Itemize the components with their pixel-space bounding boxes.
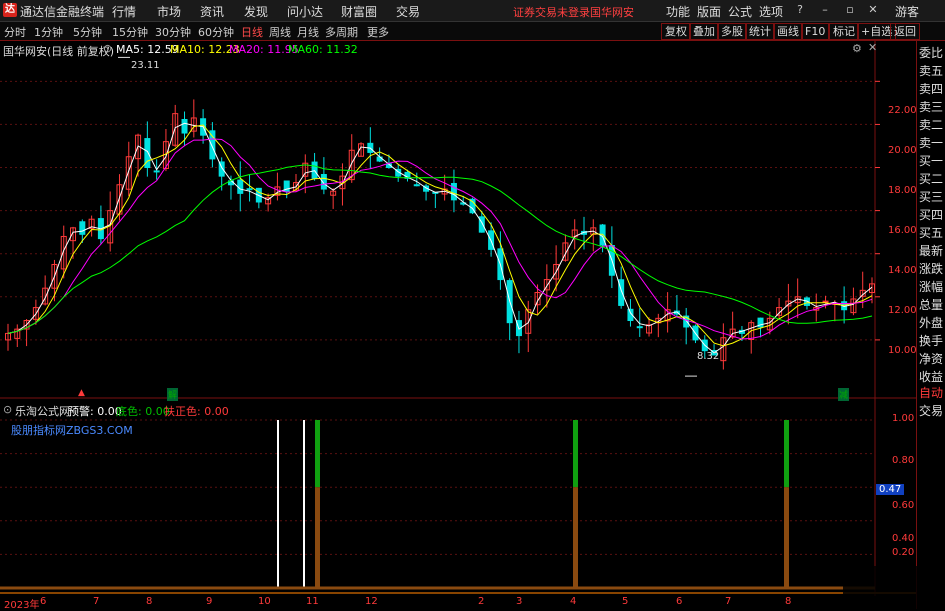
side-sell4[interactable]: 卖四 xyxy=(919,81,945,97)
ytick-main: 22.00 xyxy=(888,105,917,116)
ma60-line xyxy=(7,164,873,334)
candle-body xyxy=(209,130,216,160)
candle-body xyxy=(822,300,829,303)
xtick: 7 xyxy=(725,596,732,607)
xtick: 9 xyxy=(206,596,213,607)
ytick-main: 14.00 xyxy=(888,265,917,276)
candle-body xyxy=(413,184,420,187)
side-sell3[interactable]: 卖三 xyxy=(919,99,945,115)
candle-body xyxy=(153,170,160,173)
side-buy1[interactable]: 买一 xyxy=(919,153,945,169)
low-price-label: 8.32 xyxy=(697,351,720,362)
settings-icon[interactable]: ⚙ xyxy=(852,42,862,55)
signal-brown-bar xyxy=(573,487,578,588)
signal-brown-bar xyxy=(315,487,320,588)
side-buy3[interactable]: 买三 xyxy=(919,189,945,205)
side-sell2[interactable]: 卖二 xyxy=(919,117,945,133)
ytick-sub: 0.20 xyxy=(892,547,915,558)
unlock-marker[interactable]: 解 xyxy=(167,388,179,401)
close-chart-icon[interactable]: ✕ xyxy=(868,41,877,54)
xtick: 6 xyxy=(676,596,683,607)
quote-side-panel: 委比 卖五 卖四 卖三 卖二 卖一 买一 买二 买三 买四 买五 最新 涨跌 涨… xyxy=(916,41,945,609)
candle-body xyxy=(636,326,643,329)
support-color-value: 扶正色: 0.00 xyxy=(164,405,229,418)
side-turnover[interactable]: 换手 xyxy=(919,333,945,349)
high-price-label: 23.11 xyxy=(131,60,160,71)
candle-body xyxy=(246,188,253,191)
ytick-sub: 0.40 xyxy=(892,533,915,544)
indicator-name: 乐淘公式网 xyxy=(15,405,70,418)
reduce-marker[interactable]: 减 xyxy=(838,388,850,401)
ytick-sub: 0.80 xyxy=(892,455,915,466)
xtick: 2 xyxy=(478,596,485,607)
ytick-main: 16.00 xyxy=(888,225,917,236)
side-sell1[interactable]: 卖一 xyxy=(919,135,945,151)
chart-menu-icon[interactable]: ⊙ xyxy=(103,42,112,55)
ytick-main: 10.00 xyxy=(888,345,917,356)
ytick-sub: 0.60 xyxy=(892,500,915,511)
signal-value: 预警: 0.00 xyxy=(68,405,122,418)
xtick: 10 xyxy=(258,596,271,607)
signal-brown-bar xyxy=(784,487,789,588)
side-sell5[interactable]: 卖五 xyxy=(919,63,945,79)
up-marker-icon[interactable]: ▲ xyxy=(78,388,85,398)
watermark-logo xyxy=(843,566,945,609)
side-change[interactable]: 涨跌 xyxy=(919,261,945,277)
kline-chart[interactable] xyxy=(0,0,945,609)
xtick: 3 xyxy=(516,596,523,607)
side-outer[interactable]: 外盘 xyxy=(919,315,945,331)
ma60-label: MA60: 11.32 xyxy=(288,43,358,56)
side-latest[interactable]: 最新 xyxy=(919,243,945,259)
side-buy4[interactable]: 买四 xyxy=(919,207,945,223)
candle-body xyxy=(450,183,457,201)
xtick: 7 xyxy=(93,596,100,607)
signal-green-bar xyxy=(315,420,320,488)
xtick: 4 xyxy=(570,596,577,607)
side-buy2[interactable]: 买二 xyxy=(919,171,945,187)
current-indicator-value: 0.47 xyxy=(876,484,905,495)
indicator-menu-icon[interactable]: ⊙ xyxy=(3,403,12,416)
side-volume[interactable]: 总量 xyxy=(919,297,945,313)
indicator-source: 股朋指标网ZBGS3.COM xyxy=(11,424,133,437)
xtick: 6 xyxy=(40,596,47,607)
ytick-main: 12.00 xyxy=(888,305,917,316)
xtick: 12 xyxy=(365,596,378,607)
side-auto[interactable]: 自动 xyxy=(919,385,945,401)
side-weibi[interactable]: 委比 xyxy=(919,45,945,61)
side-net-assets[interactable]: 净资 xyxy=(919,351,945,367)
main-chart-title: 国华网安(日线 前复权) xyxy=(3,45,115,58)
candle-body xyxy=(79,221,86,235)
bottom-color-value: 底色: 0.00 xyxy=(116,405,170,418)
candle-body xyxy=(181,118,188,134)
xtick: 11 xyxy=(306,596,319,607)
candle-body xyxy=(311,161,318,179)
signal-green-bar xyxy=(784,420,789,488)
side-earnings[interactable]: 收益 xyxy=(919,369,945,385)
xtick: 5 xyxy=(622,596,629,607)
xtick: 8 xyxy=(785,596,792,607)
ytick-main: 20.00 xyxy=(888,145,917,156)
side-buy5[interactable]: 买五 xyxy=(919,225,945,241)
ytick-sub: 1.00 xyxy=(892,413,915,424)
side-change-pct[interactable]: 涨幅 xyxy=(919,279,945,295)
xtick: 8 xyxy=(146,596,153,607)
ytick-main: 18.00 xyxy=(888,185,917,196)
signal-green-bar xyxy=(573,420,578,488)
side-trade[interactable]: 交易 xyxy=(919,403,945,419)
